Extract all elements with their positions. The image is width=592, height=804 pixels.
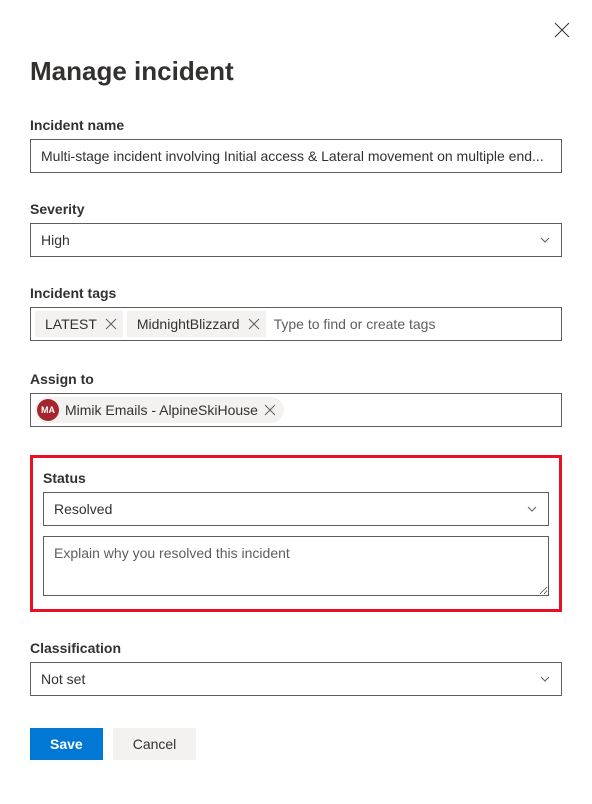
chevron-down-icon (526, 503, 538, 515)
manage-incident-panel: Manage incident Incident name Severity H… (0, 0, 592, 778)
incident-tags-input[interactable] (270, 311, 557, 337)
severity-field: Severity High (30, 201, 562, 257)
tag-remove-button[interactable] (248, 318, 260, 330)
chevron-down-icon (539, 234, 551, 246)
chevron-down-icon (539, 673, 551, 685)
close-icon (554, 22, 570, 38)
assign-to-field: Assign to MA Mimik Emails - AlpineSkiHou… (30, 371, 562, 427)
incident-name-field: Incident name (30, 117, 562, 173)
avatar: MA (37, 399, 59, 421)
tag-label: LATEST (45, 316, 97, 332)
tag-remove-button[interactable] (105, 318, 117, 330)
tag-label: MidnightBlizzard (137, 316, 240, 332)
tag-midnightblizzard: MidnightBlizzard (127, 311, 266, 337)
assignee-chip: MA Mimik Emails - AlpineSkiHouse (35, 397, 284, 423)
save-button[interactable]: Save (30, 728, 103, 760)
classification-select[interactable]: Not set (30, 662, 562, 696)
incident-name-label: Incident name (30, 117, 562, 133)
status-value: Resolved (54, 501, 112, 517)
incident-name-input[interactable] (30, 139, 562, 173)
close-icon (264, 404, 276, 416)
status-explain-textarea[interactable] (43, 536, 549, 596)
incident-tags-box[interactable]: LATEST MidnightBlizzard (30, 307, 562, 341)
severity-label: Severity (30, 201, 562, 217)
assignee-name: Mimik Emails - AlpineSkiHouse (65, 402, 258, 418)
dialog-title: Manage incident (30, 56, 562, 87)
status-select[interactable]: Resolved (43, 492, 549, 526)
close-button[interactable] (554, 22, 570, 38)
classification-value: Not set (41, 671, 85, 687)
status-label: Status (43, 470, 549, 486)
severity-select[interactable]: High (30, 223, 562, 257)
close-icon (105, 318, 117, 330)
classification-field: Classification Not set (30, 640, 562, 696)
severity-value: High (41, 232, 70, 248)
close-icon (248, 318, 260, 330)
assign-to-box[interactable]: MA Mimik Emails - AlpineSkiHouse (30, 393, 562, 427)
assign-to-label: Assign to (30, 371, 562, 387)
tag-latest: LATEST (35, 311, 123, 337)
incident-tags-field: Incident tags LATEST MidnightBlizzard (30, 285, 562, 341)
dialog-footer: Save Cancel (30, 728, 562, 760)
classification-label: Classification (30, 640, 562, 656)
assignee-remove-button[interactable] (264, 404, 276, 416)
incident-tags-label: Incident tags (30, 285, 562, 301)
status-highlight-box: Status Resolved (30, 455, 562, 612)
cancel-button[interactable]: Cancel (113, 728, 197, 760)
